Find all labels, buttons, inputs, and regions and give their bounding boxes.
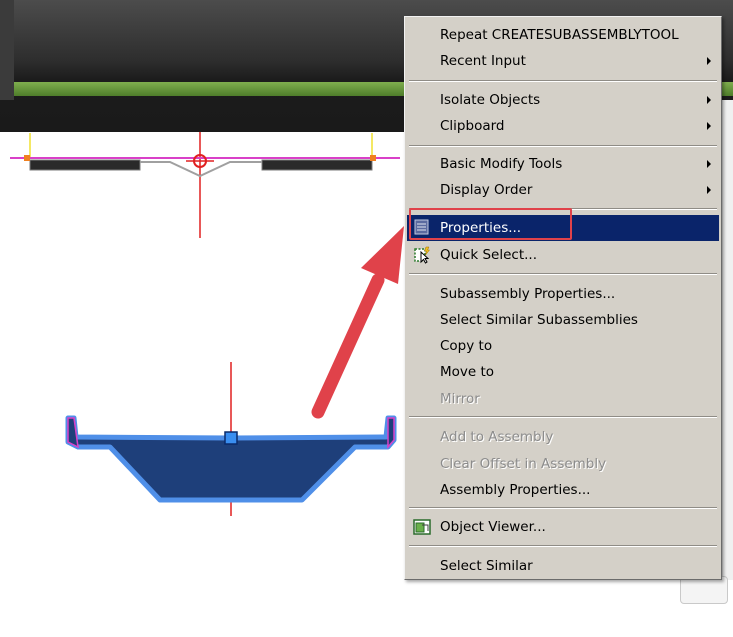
- menu-item-label: Object Viewer...: [440, 519, 546, 535]
- channel-grip[interactable]: [224, 431, 238, 445]
- channel-assembly[interactable]: [65, 362, 397, 516]
- menu-item-isolate-objects[interactable]: Isolate Objects: [407, 88, 719, 112]
- menu-item-label: Assembly Properties...: [440, 482, 591, 498]
- left-curb-outline: [24, 133, 31, 159]
- left-lane-shape[interactable]: [29, 159, 141, 171]
- ditch-profile: [140, 161, 262, 178]
- menu-item-label: Select Similar Subassemblies: [440, 312, 638, 328]
- menu-item-object-viewer[interactable]: Object Viewer...: [407, 515, 719, 539]
- grip-left[interactable]: [24, 155, 30, 161]
- menu-item-label: Subassembly Properties...: [440, 286, 616, 302]
- menu-item-label: Clipboard: [440, 118, 505, 134]
- menu-item-label: Clear Offset in Assembly: [440, 456, 607, 472]
- menu-item-recent-input[interactable]: Recent Input: [407, 49, 719, 73]
- quick-select-icon: [414, 246, 431, 264]
- menu-item-label: Display Order: [440, 182, 533, 198]
- menu-item-label: Repeat CREATESUBASSEMBLYTOOL: [440, 27, 679, 43]
- right-lane-shape[interactable]: [261, 159, 373, 171]
- menu-item-display-order[interactable]: Display Order: [407, 178, 719, 202]
- annotation-highlight-box: [409, 208, 572, 240]
- menu-item-repeat-command[interactable]: Repeat CREATESUBASSEMBLYTOOL: [407, 23, 719, 47]
- grip-right[interactable]: [370, 155, 376, 161]
- window-edge-strip: [722, 100, 733, 580]
- menu-item-label: Add to Assembly: [440, 429, 554, 445]
- menu-item-subassembly-properties[interactable]: Subassembly Properties...: [407, 282, 719, 306]
- menu-item-label: Mirror: [440, 391, 480, 407]
- menu-item-add-to-assembly: Add to Assembly: [407, 425, 719, 449]
- submenu-arrow-icon: [707, 57, 711, 65]
- menu-item-move-to[interactable]: Move to: [407, 360, 719, 384]
- context-menu: Repeat CREATESUBASSEMBLYTOOL Recent Inpu…: [404, 16, 722, 580]
- menu-item-mirror: Mirror: [407, 387, 719, 411]
- menu-separator: [409, 273, 717, 275]
- menu-item-select-similar-subassemblies[interactable]: Select Similar Subassemblies: [407, 308, 719, 332]
- menu-item-copy-to[interactable]: Copy to: [407, 334, 719, 358]
- menu-item-select-similar[interactable]: Select Similar: [407, 554, 719, 578]
- menu-separator: [409, 545, 717, 547]
- annotation-arrow: [311, 226, 404, 419]
- menu-item-label: Recent Input: [440, 53, 526, 69]
- menu-separator: [409, 145, 717, 147]
- menu-item-label: Copy to: [440, 338, 493, 354]
- menu-separator: [409, 80, 717, 82]
- menu-separator: [409, 416, 717, 418]
- menu-item-label: Move to: [440, 364, 495, 380]
- menu-item-label: Basic Modify Tools: [440, 156, 563, 172]
- menu-item-label: Isolate Objects: [440, 92, 541, 108]
- menu-item-clear-offset-in-assembly: Clear Offset in Assembly: [407, 452, 719, 476]
- submenu-arrow-icon: [707, 96, 711, 104]
- submenu-arrow-icon: [707, 160, 711, 168]
- menu-item-clipboard[interactable]: Clipboard: [407, 114, 719, 138]
- object-viewer-icon: [413, 519, 431, 535]
- submenu-arrow-icon: [707, 122, 711, 130]
- menu-item-assembly-properties[interactable]: Assembly Properties...: [407, 478, 719, 502]
- menu-separator: [409, 507, 717, 509]
- menu-item-quick-select[interactable]: Quick Select...: [407, 243, 719, 267]
- menu-item-basic-modify-tools[interactable]: Basic Modify Tools: [407, 152, 719, 176]
- menu-item-label: Quick Select...: [440, 247, 537, 263]
- menu-item-label: Select Similar: [440, 558, 533, 574]
- submenu-arrow-icon: [707, 186, 711, 194]
- top-assembly[interactable]: [10, 132, 400, 238]
- corner-widget[interactable]: [680, 576, 728, 604]
